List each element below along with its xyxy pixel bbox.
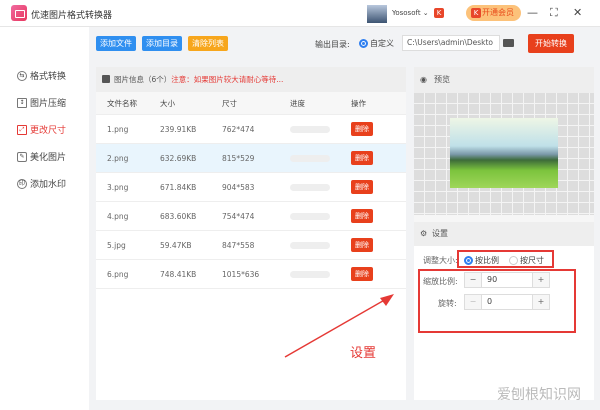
preview-image <box>450 118 558 188</box>
annotation-arrow <box>284 294 394 358</box>
annotation-text: 设置 <box>350 346 377 361</box>
watermark-text: 爱刨根知识网 <box>497 387 581 403</box>
